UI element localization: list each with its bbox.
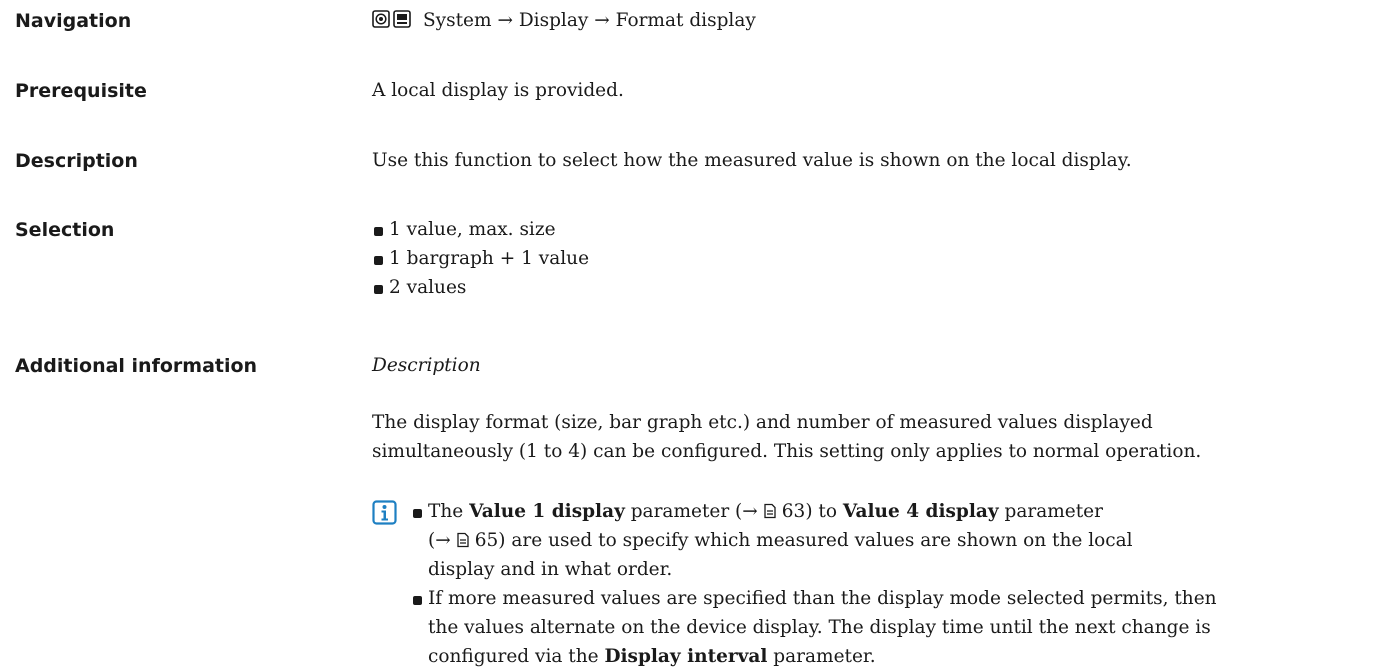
nav-separator: → (497, 10, 513, 31)
selection-item: 1 bargraph + 1 value (372, 244, 589, 273)
additional-information-label: Additional information (15, 355, 258, 377)
page-reference[interactable]: 65 (475, 530, 499, 551)
paragraph-line: The display format (size, bar graph etc.… (372, 412, 1153, 433)
paragraph-line: simultaneously (1 to 4) can be configure… (372, 441, 1202, 462)
note-item: The Value 1 display parameter (→ 63) to V… (411, 497, 1356, 584)
selection-list: 1 value, max. size 1 bargraph + 1 value … (372, 215, 589, 302)
navigation-label: Navigation (15, 10, 132, 32)
description-text: Use this function to select how the meas… (372, 150, 1132, 171)
selection-label: Selection (15, 219, 115, 241)
selection-item: 2 values (372, 273, 589, 302)
note-item: If more measured values are specified th… (411, 584, 1356, 671)
page-reference[interactable]: 63 (782, 501, 806, 522)
additional-info-paragraph: The display format (size, bar graph etc.… (372, 408, 1332, 466)
nav-display: Display (518, 10, 589, 31)
selection-item: 1 value, max. size (372, 215, 589, 244)
prerequisite-label: Prerequisite (15, 80, 147, 102)
value-1-display-param: Value 1 display (469, 501, 625, 522)
nav-separator: → (594, 10, 610, 31)
description-label: Description (15, 150, 138, 172)
additional-info-subheading: Description (372, 355, 481, 376)
navigation-path: System → Display → Format display (372, 6, 756, 35)
info-icon (372, 500, 397, 525)
prerequisite-text: A local display is provided. (372, 80, 624, 101)
value-4-display-param: Value 4 display (842, 501, 999, 522)
nav-format-display: Format display (615, 10, 756, 31)
display-interval-param: Display interval (604, 646, 768, 667)
display-icon (393, 10, 411, 28)
nav-system: System (423, 10, 492, 31)
operating-tool-icon (372, 10, 390, 28)
notes-list: The Value 1 display parameter (→ 63) to V… (411, 497, 1356, 671)
page-reference-icon (457, 532, 469, 548)
page-reference-icon (764, 503, 776, 519)
